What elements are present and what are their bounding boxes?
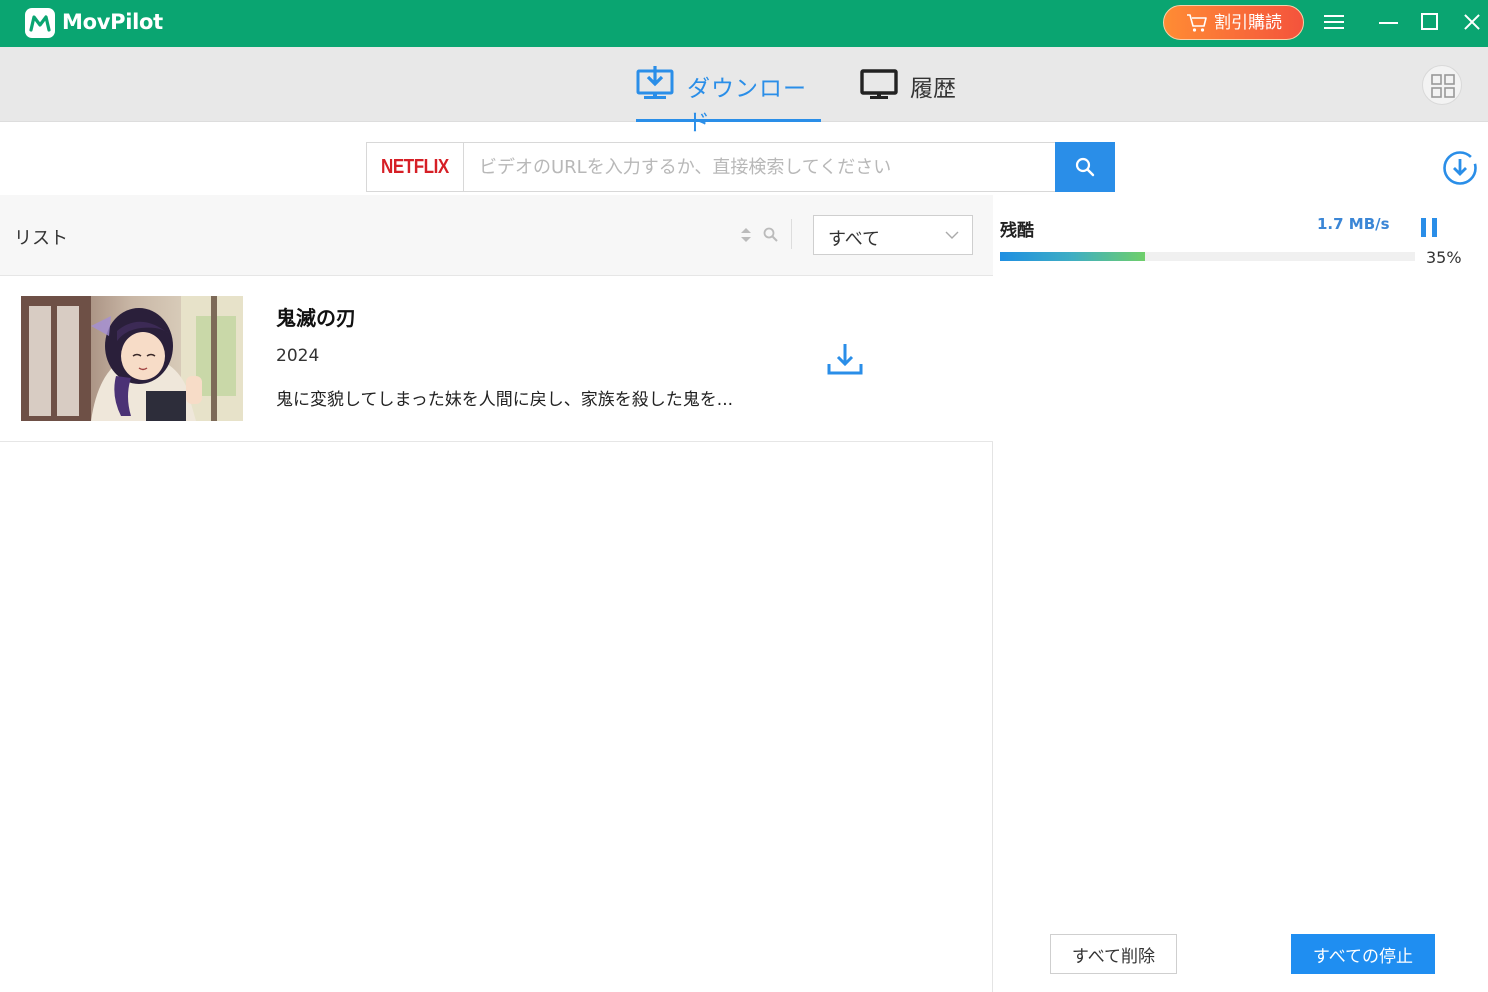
close-icon[interactable] [1462, 12, 1482, 32]
tab-history[interactable]: 履歴 [860, 47, 970, 122]
search-bar: NETFLIX [366, 142, 1115, 192]
tab-bar: ダウンロード 履歴 [0, 47, 1488, 136]
title-bar: MovPilot 割引購読 [0, 0, 1488, 47]
subscribe-button[interactable]: 割引購読 [1163, 5, 1304, 40]
delete-all-button[interactable]: すべて削除 [1050, 934, 1177, 974]
filter-value: すべて [828, 229, 881, 250]
maximize-icon[interactable] [1421, 13, 1438, 30]
divider [791, 219, 792, 249]
minimize-icon[interactable] [1378, 12, 1400, 34]
download-item-title: 残酷 [1000, 221, 1034, 241]
list-search-icon[interactable] [763, 227, 778, 242]
item-year: 2024 [276, 346, 320, 366]
tab-download[interactable]: ダウンロード [636, 47, 821, 136]
download-monitor-icon [636, 66, 674, 99]
search-button[interactable] [1055, 142, 1115, 192]
download-icon[interactable] [826, 344, 864, 376]
stop-all-button[interactable]: すべての停止 [1291, 934, 1435, 974]
item-title: 鬼滅の刃 [276, 306, 356, 330]
search-input[interactable] [465, 143, 1055, 191]
progress-fill [1000, 252, 1146, 261]
cart-icon [1187, 14, 1207, 32]
video-list-panel: リスト すべて 鬼滅の刃 2024 鬼に変貌してしまった妹を人間に戻し、家族を殺… [0, 195, 993, 992]
grid-view-button[interactable] [1422, 65, 1462, 105]
monitor-icon [860, 69, 898, 99]
app-title: MovPilot [62, 10, 163, 34]
netflix-logo[interactable]: NETFLIX [367, 143, 464, 191]
download-queue-panel: 残酷 1.7 MB/s 35% すべて削除 すべての停止 [994, 195, 1488, 992]
download-speed: 1.7 MB/s [1317, 215, 1390, 233]
tab-download-label: ダウンロード [687, 76, 807, 136]
item-description: 鬼に変貌してしまった妹を人間に戻し、家族を殺した鬼を... [276, 390, 734, 410]
list-header: リスト すべて [0, 195, 993, 276]
hamburger-menu-icon[interactable] [1324, 12, 1348, 34]
filter-select[interactable]: すべて [813, 215, 973, 255]
list-item[interactable]: 鬼滅の刃 2024 鬼に変貌してしまった妹を人間に戻し、家族を殺した鬼を... [0, 276, 993, 442]
app-logo-icon [25, 8, 55, 38]
grid-icon [1431, 74, 1455, 98]
search-icon [1075, 157, 1095, 177]
pause-icon[interactable] [1421, 218, 1438, 237]
progress-percent: 35% [1426, 248, 1462, 267]
tab-history-label: 履歴 [910, 76, 956, 102]
video-thumbnail [21, 296, 243, 421]
list-title: リスト [14, 228, 68, 249]
download-queue-icon[interactable] [1442, 150, 1478, 186]
progress-bar [1000, 252, 1415, 261]
subscribe-label: 割引購読 [1214, 13, 1282, 32]
chevron-down-icon [945, 231, 959, 239]
sort-icon[interactable] [740, 226, 752, 244]
